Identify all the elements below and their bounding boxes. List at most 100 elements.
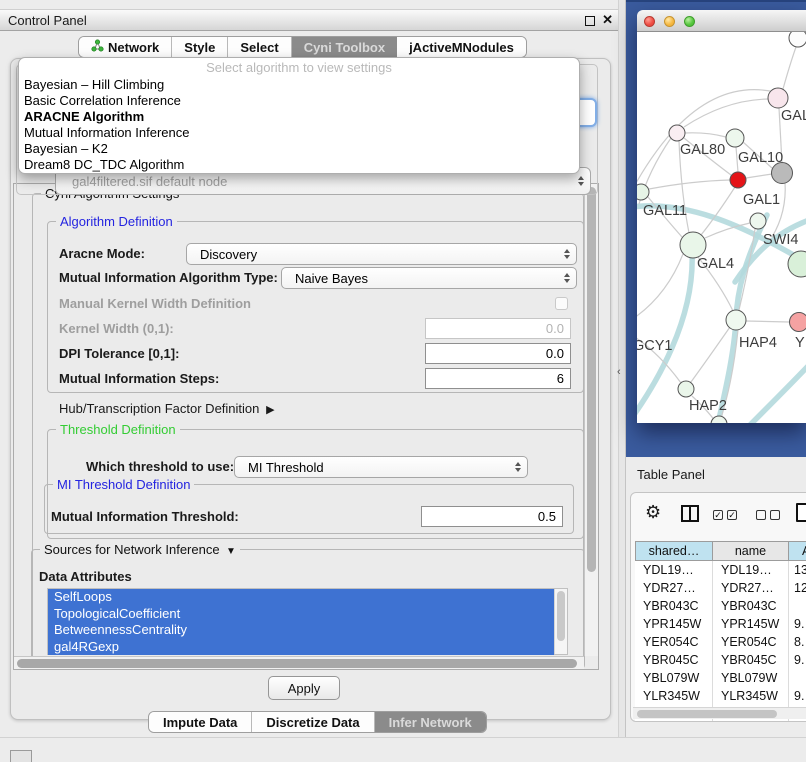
tab-jactivemnodules[interactable]: jActiveMNodules bbox=[397, 37, 526, 57]
table-cell[interactable]: YLR345W bbox=[635, 687, 713, 705]
table-cell[interactable]: YPR145W bbox=[713, 615, 789, 633]
table-cell[interactable]: 9. bbox=[789, 651, 806, 669]
table-row[interactable]: YLR345WYLR345W9. bbox=[635, 687, 806, 705]
table-cell[interactable]: YBR045C bbox=[635, 651, 713, 669]
attribute-item[interactable]: BetweennessCentrality bbox=[48, 622, 554, 639]
table-row[interactable]: YBR045CYBR045C9. bbox=[635, 651, 806, 669]
algorithm-item[interactable]: Dream8 DC_TDC Algorithm bbox=[19, 157, 579, 173]
table-row[interactable]: YDL19…YDL19…13 bbox=[635, 561, 806, 579]
zoom-traffic-light-icon[interactable] bbox=[684, 16, 695, 27]
network-edge[interactable] bbox=[649, 180, 730, 189]
table-cell[interactable]: 12 bbox=[789, 579, 806, 597]
table-cell[interactable]: 8. bbox=[789, 633, 806, 651]
tab-style[interactable]: Style bbox=[172, 37, 228, 57]
mi-steps-field[interactable]: 6 bbox=[425, 368, 571, 389]
network-edge[interactable] bbox=[745, 362, 806, 423]
file-icon[interactable] bbox=[796, 503, 806, 522]
table-cell[interactable]: 13 bbox=[789, 561, 806, 579]
network-node[interactable] bbox=[680, 232, 706, 258]
network-node[interactable] bbox=[768, 88, 788, 108]
network-node[interactable] bbox=[726, 129, 744, 147]
network-edge[interactable] bbox=[772, 182, 785, 237]
algorithm-item[interactable]: Bayesian – K2 bbox=[19, 141, 579, 157]
table-cell[interactable]: YPR145W bbox=[635, 615, 713, 633]
table-row[interactable]: YER054CYER054C8. bbox=[635, 633, 806, 651]
column-header-shared-name[interactable]: shared… bbox=[635, 541, 713, 561]
table-cell[interactable]: YDL19… bbox=[635, 561, 713, 579]
sources-group-title[interactable]: Sources for Network Inference ▼ bbox=[40, 542, 240, 557]
network-node[interactable] bbox=[789, 32, 806, 47]
settings-horizontal-scrollbar[interactable] bbox=[14, 656, 584, 669]
tab-network[interactable]: Network bbox=[79, 37, 172, 57]
table-cell[interactable]: YBL079W bbox=[635, 669, 713, 687]
network-node[interactable] bbox=[669, 125, 685, 141]
aracne-mode-combobox[interactable]: Discovery bbox=[186, 243, 577, 265]
table-cell[interactable]: 9. bbox=[789, 615, 806, 633]
column-header-clipped[interactable]: A bbox=[789, 541, 806, 561]
collapsed-panel-icon[interactable] bbox=[10, 750, 32, 762]
network-edge[interactable] bbox=[684, 99, 768, 127]
network-edge[interactable] bbox=[685, 133, 726, 137]
kernel-width-field[interactable]: 0.0 bbox=[425, 318, 571, 339]
attribute-list-scrollbar[interactable] bbox=[554, 589, 567, 654]
network-window-titlebar[interactable] bbox=[637, 10, 806, 32]
table-cell[interactable] bbox=[789, 669, 806, 687]
table-cell[interactable]: YDR27… bbox=[713, 579, 789, 597]
tab-impute-data[interactable]: Impute Data bbox=[149, 712, 252, 732]
manual-kernel-checkbox[interactable] bbox=[555, 297, 568, 310]
hub-definition-toggle[interactable]: Hub/Transcription Factor Definition ▶ bbox=[59, 401, 275, 416]
algorithm-item[interactable]: ARACNE Algorithm bbox=[19, 109, 579, 125]
table-cell[interactable]: YBR043C bbox=[713, 597, 789, 615]
mi-threshold-field[interactable]: 0.5 bbox=[421, 506, 563, 527]
table-cell[interactable]: YBR045C bbox=[713, 651, 789, 669]
network-node[interactable] bbox=[730, 172, 746, 188]
minimize-traffic-light-icon[interactable] bbox=[664, 16, 675, 27]
close-icon[interactable]: ✕ bbox=[602, 12, 613, 28]
column-header-name[interactable]: name bbox=[713, 541, 789, 561]
table-cell[interactable]: YLR345W bbox=[713, 687, 789, 705]
tab-select[interactable]: Select bbox=[228, 37, 291, 57]
split-columns-icon[interactable] bbox=[681, 505, 699, 522]
table-cell[interactable]: YER054C bbox=[713, 633, 789, 651]
table-cell[interactable]: 9. bbox=[789, 687, 806, 705]
network-edge[interactable] bbox=[746, 321, 789, 322]
table-row[interactable]: YBL079WYBL079W bbox=[635, 669, 806, 687]
network-node[interactable] bbox=[750, 213, 766, 229]
table-cell[interactable] bbox=[789, 597, 806, 615]
attribute-item[interactable]: SelfLoops bbox=[48, 589, 554, 606]
table-cell[interactable]: YDL19… bbox=[713, 561, 789, 579]
network-canvas[interactable]: GAL7GAL80GAL10GAL1GAL11SWI4GAL4HAP4YGCY1… bbox=[637, 32, 806, 423]
gear-icon[interactable]: ⚙ bbox=[645, 503, 661, 521]
network-node[interactable] bbox=[711, 416, 727, 423]
algorithm-item[interactable]: Bayesian – Hill Climbing bbox=[19, 77, 579, 93]
table-cell[interactable]: YBR043C bbox=[635, 597, 713, 615]
tab-infer-network[interactable]: Infer Network bbox=[375, 712, 486, 732]
deselect-all-columns-icon[interactable] bbox=[756, 510, 780, 520]
close-traffic-light-icon[interactable] bbox=[644, 16, 655, 27]
network-node[interactable] bbox=[637, 184, 649, 200]
algorithm-item[interactable]: Basic Correlation Inference bbox=[19, 93, 579, 109]
which-threshold-combobox[interactable]: MI Threshold bbox=[234, 456, 528, 478]
network-edge[interactable] bbox=[691, 327, 730, 382]
table-row[interactable]: YPR145WYPR145W9. bbox=[635, 615, 806, 633]
apply-button[interactable]: Apply bbox=[268, 676, 340, 700]
network-node[interactable] bbox=[790, 313, 806, 332]
attribute-item[interactable]: gal4RGexp bbox=[48, 639, 554, 656]
table-cell[interactable]: YDR27… bbox=[635, 579, 713, 597]
mi-algorithm-type-combobox[interactable]: Naive Bayes bbox=[281, 267, 577, 289]
table-row[interactable]: YBR043CYBR043C bbox=[635, 597, 806, 615]
select-all-columns-icon[interactable]: ✓✓ bbox=[713, 510, 737, 520]
divider-grip-icon[interactable]: ‹ bbox=[617, 366, 621, 378]
dpi-tolerance-field[interactable]: 0.0 bbox=[425, 343, 571, 364]
float-window-icon[interactable] bbox=[585, 16, 595, 26]
tab-cyni-toolbox[interactable]: Cyni Toolbox bbox=[292, 37, 397, 57]
table-row[interactable]: YDR27…YDR27…12 bbox=[635, 579, 806, 597]
attribute-item[interactable]: TopologicalCoefficient bbox=[48, 606, 554, 623]
tab-discretize-data[interactable]: Discretize Data bbox=[252, 712, 374, 732]
network-edge[interactable] bbox=[637, 254, 683, 324]
network-node[interactable] bbox=[726, 310, 746, 330]
table-cell[interactable]: YER054C bbox=[635, 633, 713, 651]
settings-vertical-scrollbar[interactable] bbox=[584, 184, 598, 656]
network-edge[interactable] bbox=[746, 174, 772, 178]
network-edge[interactable] bbox=[783, 47, 796, 89]
